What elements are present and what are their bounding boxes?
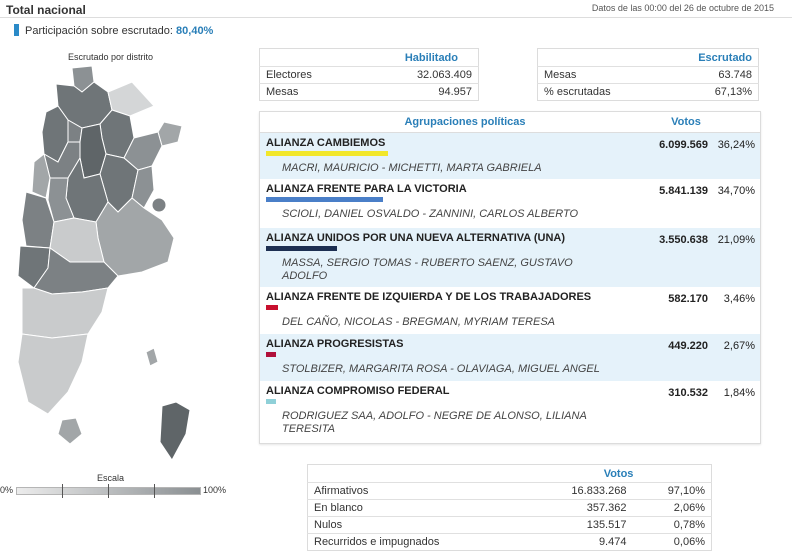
party-percent: 3,46%: [723, 293, 755, 305]
district-misiones[interactable]: [157, 121, 183, 147]
party-row[interactable]: ALIANZA UNIDOS POR UNA NUEVA ALTERNATIVA…: [260, 228, 760, 287]
party-row[interactable]: ALIANZA FRENTE PARA LA VICTORIA SCIOLI, …: [260, 179, 760, 228]
party-name: ALIANZA FRENTE PARA LA VICTORIA: [266, 183, 467, 195]
row-value: 16.833.268: [526, 482, 633, 500]
party-share-bar: [266, 399, 276, 404]
page-title: Total nacional: [6, 3, 86, 17]
parties-table: Agrupaciones políticas Votos ALIANZA CAM…: [259, 111, 761, 444]
row-label: Mesas: [259, 83, 361, 101]
participation-marker-icon: [14, 24, 19, 36]
party-name: ALIANZA UNIDOS POR UNA NUEVA ALTERNATIVA…: [266, 232, 566, 244]
party-percent: 21,09%: [717, 234, 755, 246]
row-value: 63.748: [673, 66, 759, 84]
scale-tick: [62, 484, 63, 498]
row-label: En blanco: [307, 499, 527, 517]
scale-tick: [154, 484, 155, 498]
district-islas-malvinas[interactable]: [145, 347, 159, 367]
district-santa-cruz[interactable]: [17, 333, 89, 415]
district-caba[interactable]: [151, 197, 167, 213]
party-candidates: MASSA, SERGIO TOMAS - RUBERTO SAENZ, GUS…: [282, 257, 573, 282]
argentina-district-map[interactable]: [12, 62, 202, 462]
data-timestamp: Datos de las 00:00 del 26 de octubre de …: [591, 3, 774, 13]
party-row[interactable]: ALIANZA FRENTE DE IZQUIERDA Y DE LOS TRA…: [260, 287, 760, 334]
parties-table-header: Agrupaciones políticas Votos: [260, 112, 760, 133]
map-title: Escrutado por distrito: [68, 52, 154, 62]
party-share-bar: [266, 151, 388, 156]
parties-header-name: Agrupaciones políticas: [404, 116, 526, 128]
party-percent: 36,24%: [717, 139, 755, 151]
table-row: Mesas 63.748: [537, 66, 759, 84]
escrutado-table: Escrutado Mesas 63.748 % escrutadas 67,1…: [537, 48, 759, 101]
party-candidates: STOLBIZER, MARGARITA ROSA - OLAVIAGA, MI…: [282, 363, 600, 375]
party-candidates: DEL CAÑO, NICOLAS - BREGMAN, MYRIAM TERE…: [282, 316, 556, 328]
scale-max-label: 100%: [203, 485, 227, 495]
header-divider: [0, 17, 792, 18]
party-votes: 310.532: [668, 387, 708, 399]
row-value: 32.063.409: [360, 66, 479, 84]
row-label: % escrutadas: [537, 83, 674, 101]
table-row: En blanco 357.362 2,06%: [307, 499, 712, 517]
row-percent: 97,10%: [632, 482, 712, 500]
party-percent: 2,67%: [723, 340, 755, 352]
party-percent: 1,84%: [723, 387, 755, 399]
party-share-bar: [266, 197, 383, 202]
party-percent: 34,70%: [717, 185, 755, 197]
summary-header: Votos: [603, 467, 634, 480]
party-row[interactable]: ALIANZA COMPROMISO FEDERAL RODRIGUEZ SAA…: [260, 381, 760, 442]
row-label: Nulos: [307, 516, 527, 534]
party-candidates: MACRI, MAURICIO - MICHETTI, MARTA GABRIE…: [282, 162, 542, 174]
table-row: Afirmativos 16.833.268 97,10%: [307, 482, 712, 500]
district-chubut[interactable]: [21, 287, 109, 339]
row-value: 357.362: [526, 499, 633, 517]
party-name: ALIANZA CAMBIEMOS: [266, 137, 386, 149]
participation-label: Participación sobre escrutado:: [25, 25, 173, 37]
party-name: ALIANZA PROGRESISTAS: [266, 338, 404, 350]
district-tierra-del-fuego[interactable]: [57, 417, 83, 445]
party-row[interactable]: ALIANZA CAMBIEMOS MACRI, MAURICIO - MICH…: [260, 133, 760, 179]
participation-summary: Participación sobre escrutado: 80,40%: [14, 24, 213, 37]
district-antartida[interactable]: [159, 401, 191, 461]
party-name: ALIANZA COMPROMISO FEDERAL: [266, 385, 450, 397]
row-value: 94.957: [360, 83, 479, 101]
table-row: Nulos 135.517 0,78%: [307, 516, 712, 534]
row-percent: 0,78%: [632, 516, 712, 534]
row-value: 135.517: [526, 516, 633, 534]
party-share-bar: [266, 305, 278, 310]
habilitado-header: Habilitado: [404, 51, 458, 64]
vote-summary-table: Votos Afirmativos 16.833.268 97,10% En b…: [307, 464, 712, 551]
party-votes: 6.099.569: [659, 139, 708, 151]
scale-tick: [108, 484, 109, 498]
party-row[interactable]: ALIANZA PROGRESISTAS STOLBIZER, MARGARIT…: [260, 334, 760, 381]
party-votes: 582.170: [668, 293, 708, 305]
table-row: Electores 32.063.409: [259, 66, 479, 84]
party-votes: 5.841.139: [659, 185, 708, 197]
scale-label: Escala: [97, 473, 125, 483]
row-label: Mesas: [537, 66, 674, 84]
party-votes: 449.220: [668, 340, 708, 352]
scale-min-label: 0%: [0, 485, 14, 495]
party-votes: 3.550.638: [659, 234, 708, 246]
escrutado-header: Escrutado: [698, 51, 752, 64]
table-row: % escrutadas 67,13%: [537, 83, 759, 101]
participation-value: 80,40%: [176, 25, 214, 37]
row-percent: 2,06%: [632, 499, 712, 517]
party-candidates: SCIOLI, DANIEL OSVALDO - ZANNINI, CARLOS…: [282, 208, 579, 220]
row-label: Afirmativos: [307, 482, 527, 500]
habilitado-table: Habilitado Electores 32.063.409 Mesas 94…: [259, 48, 479, 101]
table-row: Mesas 94.957: [259, 83, 479, 101]
party-share-bar: [266, 352, 276, 357]
scale-gradient: [16, 484, 201, 498]
parties-header-votes: Votos: [671, 116, 701, 128]
party-candidates: RODRIGUEZ SAA, ADOLFO - NEGRE DE ALONSO,…: [282, 410, 587, 435]
row-value: 67,13%: [673, 83, 759, 101]
row-label: Electores: [259, 66, 361, 84]
party-share-bar: [266, 246, 337, 251]
party-name: ALIANZA FRENTE DE IZQUIERDA Y DE LOS TRA…: [266, 291, 592, 303]
